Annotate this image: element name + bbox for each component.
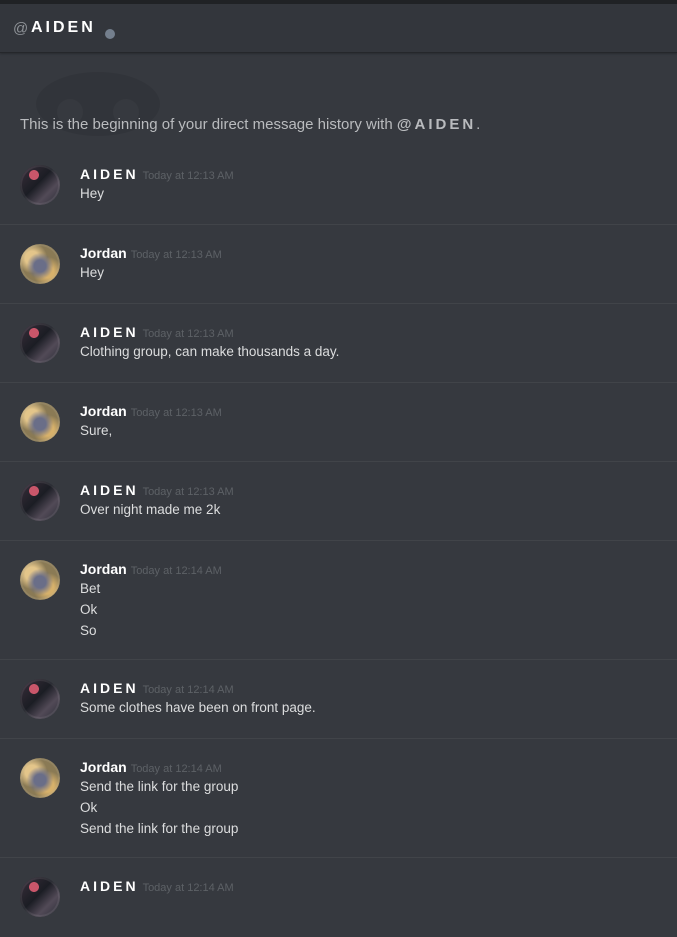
message-author[interactable]: AIDEN <box>80 166 139 182</box>
message-text: Send the link for the group <box>80 779 239 794</box>
message-author[interactable]: Jordan <box>80 561 127 577</box>
message-author[interactable]: AIDEN <box>80 878 139 894</box>
avatar[interactable] <box>20 758 60 798</box>
message-author[interactable]: AIDEN <box>80 482 139 498</box>
message-timestamp: Today at 12:14 AM <box>142 684 234 696</box>
message-group: AIDEN Today at 12:13 AM Hey <box>0 146 677 225</box>
message-author[interactable]: Jordan <box>80 759 127 775</box>
message-author[interactable]: Jordan <box>80 403 127 419</box>
message-text: Hey <box>80 265 105 280</box>
avatar[interactable] <box>20 481 60 521</box>
message-text: Over night made me 2k <box>80 502 221 517</box>
message-text: Bet <box>80 581 101 596</box>
message-group: Jordan Today at 12:13 AM Sure, <box>0 383 677 462</box>
at-symbol: @ <box>13 20 29 37</box>
dm-intro-text: This is the beginning of your direct mes… <box>20 116 481 133</box>
message-timestamp: Today at 12:13 AM <box>142 170 234 182</box>
message-group: Jordan Today at 12:14 AM Send the link for… <box>0 739 677 858</box>
message-text: Sure, <box>80 423 113 438</box>
message-group: AIDEN Today at 12:14 AM Some clothes have … <box>0 660 677 739</box>
message-author[interactable]: Jordan <box>80 245 127 261</box>
message-group: AIDEN Today at 12:13 AM Clothing group, ca… <box>0 304 677 383</box>
channel-header: @ AIDEN <box>0 0 677 53</box>
status-indicator-icon <box>105 29 115 39</box>
message-author[interactable]: AIDEN <box>80 680 139 696</box>
message-timestamp: Today at 12:14 AM <box>130 565 222 577</box>
message-text: Send the link for the group <box>80 821 239 836</box>
message-timestamp: Today at 12:13 AM <box>130 407 222 419</box>
avatar[interactable] <box>20 323 60 363</box>
message-group: Jordan Today at 12:13 AM Hey <box>0 225 677 304</box>
channel-title[interactable]: AIDEN <box>31 19 96 37</box>
message-timestamp: Today at 12:14 AM <box>142 882 234 894</box>
message-list: AIDEN Today at 12:13 AM Hey Jordan Today at … <box>0 146 677 937</box>
avatar[interactable] <box>20 877 60 917</box>
message-text: Some clothes have been on front page. <box>80 700 316 715</box>
message-text: Ok <box>80 800 98 815</box>
avatar[interactable] <box>20 165 60 205</box>
avatar[interactable] <box>20 244 60 284</box>
message-text: So <box>80 623 97 638</box>
message-group: AIDEN Today at 12:14 AM <box>0 858 677 937</box>
avatar[interactable] <box>20 560 60 600</box>
message-timestamp: Today at 12:13 AM <box>142 486 234 498</box>
message-timestamp: Today at 12:13 AM <box>130 249 222 261</box>
message-timestamp: Today at 12:14 AM <box>130 763 222 775</box>
message-text: Hey <box>80 186 105 201</box>
message-text: Clothing group, can make thousands a day… <box>80 344 340 359</box>
avatar[interactable] <box>20 402 60 442</box>
message-text: Ok <box>80 602 98 617</box>
message-timestamp: Today at 12:13 AM <box>142 328 234 340</box>
avatar[interactable] <box>20 679 60 719</box>
user-mention[interactable]: @AIDEN <box>397 116 476 133</box>
message-group: Jordan Today at 12:14 AM Bet Ok So <box>0 541 677 660</box>
message-author[interactable]: AIDEN <box>80 324 139 340</box>
message-group: AIDEN Today at 12:13 AM Over night made me… <box>0 462 677 541</box>
